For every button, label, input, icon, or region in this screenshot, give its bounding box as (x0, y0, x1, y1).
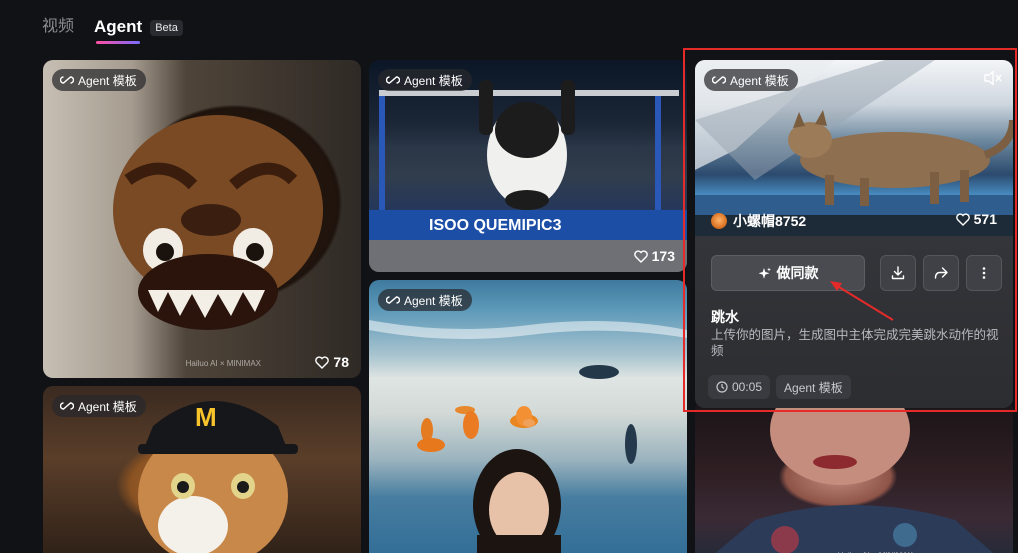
template-card-woman-portrait[interactable]: Hailuo AI × MINIMAX 7 (695, 400, 1013, 553)
heart-icon (315, 355, 330, 369)
like-count[interactable]: 78 (315, 354, 349, 370)
agent-template-badge-label: Agent 模板 (404, 73, 463, 88)
agent-loop-icon (386, 296, 400, 304)
beta-badge: Beta (150, 19, 183, 36)
monster-artwork (113, 115, 323, 330)
agent-template-badge: Agent 模板 (52, 69, 146, 91)
like-count-value: 78 (333, 354, 349, 370)
agent-template-badge-label: Agent 模板 (404, 293, 463, 308)
tab-video[interactable]: 视频 (42, 14, 74, 40)
category-tabs: 视频 Agent Beta (42, 14, 183, 44)
template-card-monster[interactable]: Agent 模板 Hailuo AI × MINIMAX 78 (43, 60, 361, 378)
agent-loop-icon (60, 76, 74, 84)
watermark: Hailuo AI × MINIMAX (185, 359, 261, 368)
template-card-cat-cap[interactable]: M Agent 模板 (43, 386, 361, 553)
annotation-highlight-box (683, 48, 1017, 412)
agent-template-badge: Agent 模板 (378, 69, 472, 91)
like-count-value: 173 (651, 248, 675, 264)
agent-loop-icon (386, 76, 400, 84)
woman-portrait-artwork (715, 400, 994, 553)
agent-template-badge: Agent 模板 (378, 289, 472, 311)
heart-icon (633, 249, 648, 263)
gymnast-artwork: ISOO QUEMIPIC3 (369, 80, 687, 272)
template-card-gymnast[interactable]: ISOO QUEMIPIC3 Agent 模板 173 (369, 60, 687, 272)
template-card-woman-water[interactable]: Agent 模板 (369, 280, 687, 553)
agent-template-badge: Agent 模板 (52, 395, 146, 417)
svg-text:ISOO QUEMIPIC3: ISOO QUEMIPIC3 (429, 217, 562, 234)
active-tab-underline (96, 41, 141, 44)
like-count[interactable]: 173 (633, 248, 675, 264)
tab-agent-label: Agent (94, 17, 143, 36)
agent-template-badge-label: Agent 模板 (78, 399, 137, 414)
woman-water-artwork (369, 320, 687, 553)
agent-loop-icon (60, 402, 74, 410)
agent-template-badge-label: Agent 模板 (78, 73, 137, 88)
svg-text:M: M (195, 402, 217, 432)
tab-agent[interactable]: Agent (94, 14, 143, 44)
